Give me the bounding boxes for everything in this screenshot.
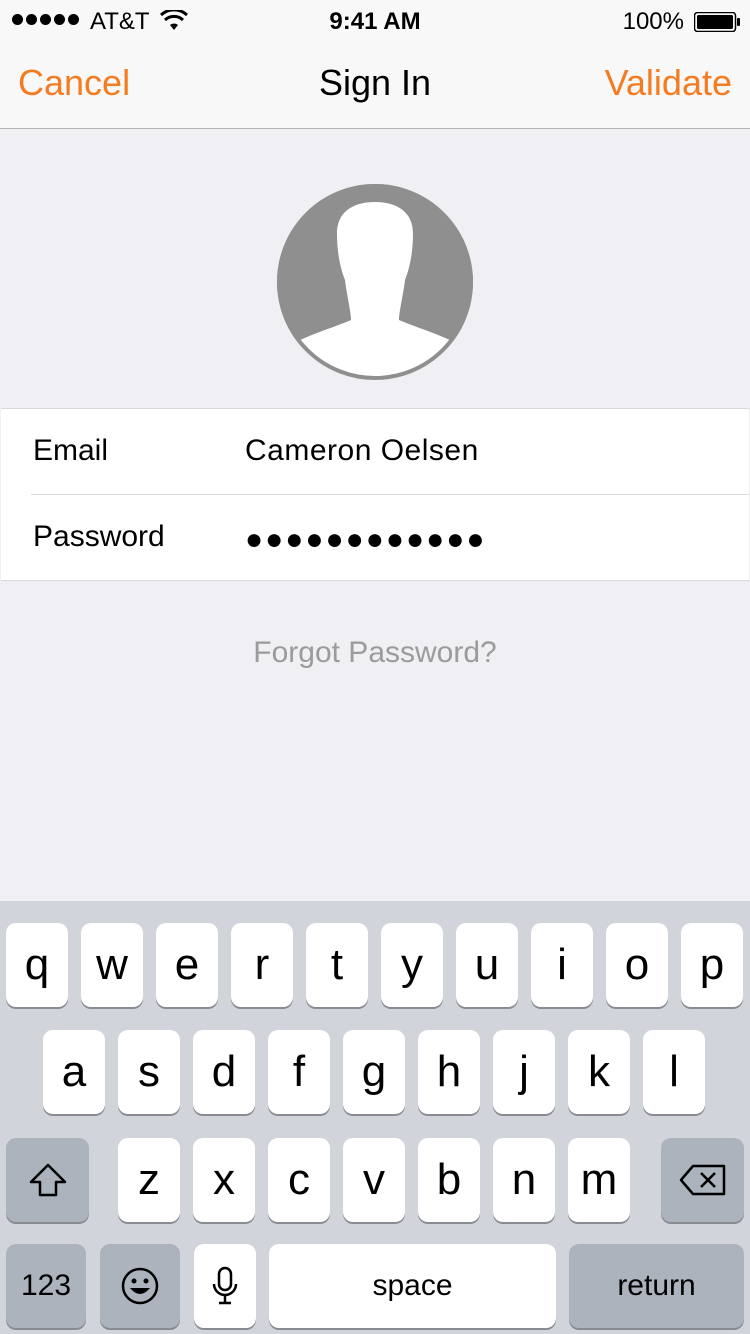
space-key[interactable]: space	[269, 1244, 556, 1328]
validate-button[interactable]: Validate	[605, 62, 732, 104]
key-u[interactable]: u	[456, 923, 518, 1007]
key-e[interactable]: e	[156, 923, 218, 1007]
email-row[interactable]: Email Cameron Oelsen	[1, 409, 749, 495]
key-o[interactable]: o	[606, 923, 668, 1007]
key-b[interactable]: b	[418, 1138, 480, 1222]
battery-percentage: 100%	[622, 8, 684, 35]
key-z[interactable]: z	[118, 1138, 180, 1222]
delete-key[interactable]	[661, 1138, 744, 1222]
key-f[interactable]: f	[268, 1030, 330, 1114]
forgot-password-link[interactable]: Forgot Password?	[0, 636, 750, 670]
password-label: Password	[33, 520, 165, 553]
numbers-key[interactable]: 123	[6, 1244, 86, 1328]
key-s[interactable]: s	[118, 1030, 180, 1114]
key-d[interactable]: d	[193, 1030, 255, 1114]
key-y[interactable]: y	[381, 923, 443, 1007]
key-l[interactable]: l	[643, 1030, 705, 1114]
key-t[interactable]: t	[306, 923, 368, 1007]
emoji-key[interactable]	[100, 1244, 180, 1328]
key-h[interactable]: h	[418, 1030, 480, 1114]
key-a[interactable]: a	[43, 1030, 105, 1114]
key-g[interactable]: g	[343, 1030, 405, 1114]
shift-key[interactable]	[6, 1138, 89, 1222]
password-field[interactable]: ●●●●●●●●●●●●	[245, 523, 486, 557]
shift-arrow-icon	[29, 1163, 66, 1197]
key-x[interactable]: x	[193, 1138, 255, 1222]
email-field[interactable]: Cameron Oelsen	[245, 434, 479, 468]
sign-in-form: Email Cameron Oelsen Password ●●●●●●●●●●…	[1, 408, 749, 581]
key-c[interactable]: c	[268, 1138, 330, 1222]
key-r[interactable]: r	[231, 923, 293, 1007]
key-p[interactable]: p	[681, 923, 743, 1007]
top-bar: AT&T 9:41 AM 100% Cancel Sign In Validat…	[0, 0, 750, 129]
password-row[interactable]: Password ●●●●●●●●●●●●	[1, 495, 749, 580]
avatar-placeholder-icon[interactable]	[277, 184, 473, 380]
dictation-key[interactable]	[194, 1244, 256, 1328]
return-key[interactable]: return	[569, 1244, 744, 1328]
key-i[interactable]: i	[531, 923, 593, 1007]
microphone-icon	[212, 1266, 238, 1305]
keyboard: q w e r t y u i o p a s d f g h j k l z …	[0, 901, 750, 1334]
key-w[interactable]: w	[81, 923, 143, 1007]
key-j[interactable]: j	[493, 1030, 555, 1114]
key-m[interactable]: m	[568, 1138, 630, 1222]
battery-icon	[694, 12, 740, 32]
status-bar: AT&T 9:41 AM 100%	[0, 0, 750, 40]
emoji-icon	[121, 1267, 159, 1305]
key-v[interactable]: v	[343, 1138, 405, 1222]
key-k[interactable]: k	[568, 1030, 630, 1114]
key-q[interactable]: q	[6, 923, 68, 1007]
backspace-icon	[679, 1164, 725, 1196]
email-label: Email	[33, 434, 109, 467]
navigation-bar: Cancel Sign In Validate	[0, 40, 750, 128]
key-n[interactable]: n	[493, 1138, 555, 1222]
